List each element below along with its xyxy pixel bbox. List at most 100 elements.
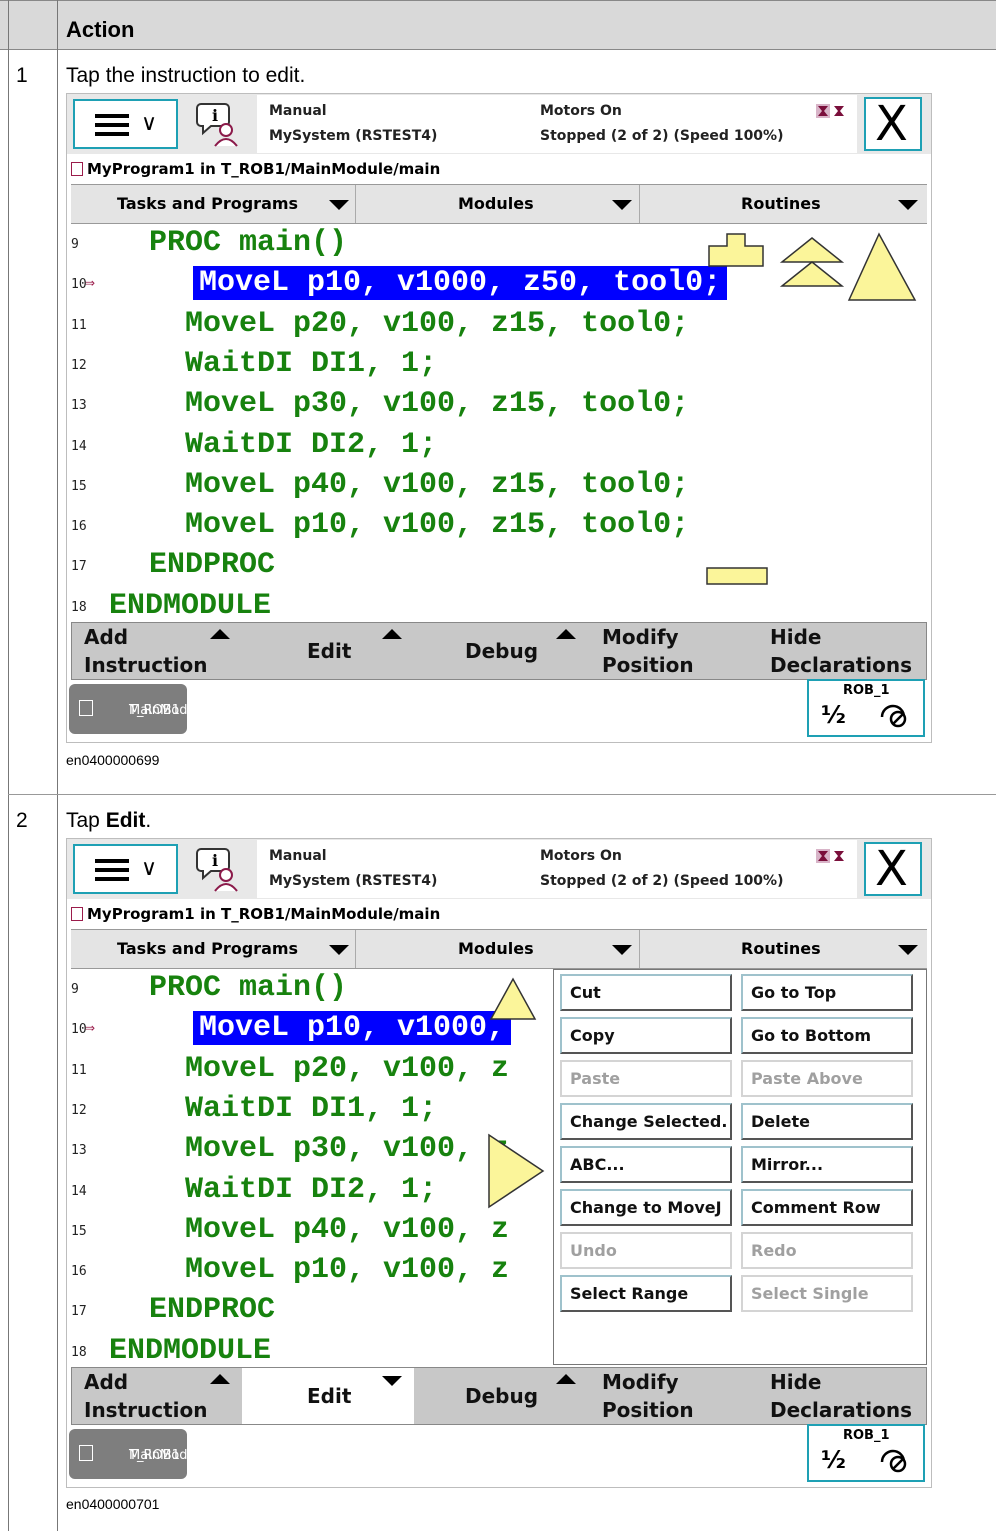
- scroll-up-icon[interactable]: [489, 977, 537, 1020]
- line-number: 15: [71, 1223, 87, 1239]
- line-number: 14: [71, 1183, 87, 1199]
- tab-tasks-and-programs[interactable]: Tasks and Programs: [71, 185, 356, 223]
- procedure-table: Action 1 Tap the instruction to edit. ∨ …: [0, 0, 996, 1531]
- scroll-top-icon[interactable]: [708, 233, 764, 267]
- line-number: 9: [71, 982, 79, 997]
- code-text: WaitDI DI1, 1;: [185, 346, 438, 381]
- debug-button[interactable]: Debug: [414, 1368, 586, 1424]
- hamburger-icon: [95, 859, 129, 881]
- scroll-up-icon[interactable]: [847, 232, 917, 301]
- line-number: 11: [71, 1062, 87, 1078]
- step-text: Tap the instruction to edit.: [66, 64, 306, 87]
- scroll-right-icon[interactable]: [488, 1133, 545, 1209]
- program-path: MyProgram1 in T_ROB1/MainModule/main: [67, 900, 931, 928]
- line-number: 13: [71, 398, 87, 414]
- edit-menu-item-paste[interactable]: Paste: [560, 1060, 732, 1097]
- code-text: WaitDI DI1, 1;: [185, 1091, 438, 1126]
- scroll-bottom-icon[interactable]: [706, 567, 768, 585]
- line-number: 9: [71, 237, 79, 252]
- page-up-icon[interactable]: [779, 261, 845, 287]
- edit-button[interactable]: Edit: [242, 623, 414, 679]
- task-window-button[interactable]: T_ROB1 MainMod...: [69, 684, 200, 734]
- step-number: 2: [16, 809, 28, 832]
- edit-menu-item-go-to-top[interactable]: Go to Top: [741, 974, 913, 1011]
- tab-routines[interactable]: Routines: [640, 185, 927, 223]
- line-number: 17: [71, 1304, 87, 1320]
- jog-disabled-icon: [880, 1449, 907, 1473]
- hide-declarations-button[interactable]: Hide Declarations: [756, 623, 928, 679]
- code-text: WaitDI DI2, 1;: [185, 1172, 438, 1207]
- edit-menu-item-undo[interactable]: Undo: [560, 1232, 732, 1269]
- modify-position-button[interactable]: Modify Position: [586, 623, 756, 679]
- status-row: T_ROB1 MainMod... ROB_1 ½: [67, 1424, 931, 1487]
- program-path-text: MyProgram1 in T_ROB1/MainModule/main: [87, 905, 441, 923]
- program-icon: [79, 700, 93, 716]
- edit-menu-item-paste-above[interactable]: Paste Above: [741, 1060, 913, 1097]
- expand-up-icon: [556, 1374, 576, 1384]
- edit-menu-item-redo[interactable]: Redo: [741, 1232, 913, 1269]
- top-bar: ∨ i Manual MySystem (RSTEST4) Motors On …: [67, 839, 931, 899]
- code-text: MoveL p20, v100, z15, tool0;: [185, 306, 690, 341]
- program-state: Stopped (2 of 2) (Speed 100%): [540, 873, 784, 889]
- event-log-icon[interactable]: i: [195, 100, 243, 148]
- operating-mode: Manual: [269, 848, 327, 864]
- code-text: ENDPROC: [149, 548, 276, 583]
- edit-menu-item-go-to-bottom[interactable]: Go to Bottom: [741, 1017, 913, 1054]
- program-icon: [79, 1445, 93, 1461]
- close-button[interactable]: X: [864, 841, 922, 897]
- modify-position-button[interactable]: Modify Position: [586, 1368, 756, 1424]
- add-instruction-button[interactable]: Add Instruction: [72, 1368, 242, 1424]
- quickset-robot-button[interactable]: ROB_1 ½: [807, 1424, 925, 1482]
- tab-routines[interactable]: Routines: [640, 930, 927, 968]
- main-menu-button[interactable]: ∨: [73, 844, 178, 894]
- bottom-command-bar: Add Instruction Edit Debug Modify Positi…: [71, 1367, 927, 1425]
- robot-status-icon: [816, 104, 844, 118]
- edit-menu-item-change-to-movej[interactable]: Change to MoveJ: [560, 1189, 732, 1226]
- edit-menu-item-comment-row[interactable]: Comment Row: [741, 1189, 913, 1226]
- chevron-down-icon: ∨: [141, 111, 158, 136]
- line-number: 16: [71, 1264, 87, 1280]
- close-button[interactable]: X: [864, 96, 922, 152]
- event-log-icon[interactable]: i: [195, 845, 243, 893]
- edit-menu-item-mirror[interactable]: Mirror...: [741, 1146, 913, 1183]
- expand-up-icon: [210, 629, 230, 639]
- flexpendant-screen-1: ∨ i Manual MySystem (RSTEST4) Motors On …: [66, 93, 932, 743]
- edit-menu-item-abc[interactable]: ABC...: [560, 1146, 732, 1183]
- edit-menu-item-select-range[interactable]: Select Range: [560, 1275, 732, 1312]
- robot-status-icon: [816, 849, 844, 863]
- system-name: MySystem (RSTEST4): [269, 128, 438, 144]
- robot-label: ROB_1: [843, 683, 890, 698]
- debug-button[interactable]: Debug: [414, 623, 586, 679]
- program-path: MyProgram1 in T_ROB1/MainModule/main: [67, 155, 931, 183]
- dropdown-arrow-icon: [329, 945, 349, 955]
- main-menu-button[interactable]: ∨: [73, 99, 178, 149]
- status-row: T_ROB1 MainMod... ROB_1 ½: [67, 679, 931, 742]
- edit-button[interactable]: Edit: [242, 1368, 414, 1424]
- robot-unit-fraction: ½: [821, 701, 846, 729]
- status-panel[interactable]: Manual MySystem (RSTEST4) Motors On Stop…: [257, 840, 857, 898]
- hide-declarations-button[interactable]: Hide Declarations: [756, 1368, 928, 1424]
- tab-modules[interactable]: Modules: [356, 930, 640, 968]
- page-up-icon[interactable]: [779, 237, 845, 263]
- program-path-text: MyProgram1 in T_ROB1/MainModule/main: [87, 160, 441, 178]
- edit-menu-item-change-selected[interactable]: Change Selected.: [560, 1103, 732, 1140]
- code-text: MoveL p30, v100, z15, tool0;: [185, 387, 690, 422]
- code-text: PROC main(): [149, 971, 348, 1005]
- quickset-robot-button[interactable]: ROB_1 ½: [807, 679, 925, 737]
- edit-menu-item-copy[interactable]: Copy: [560, 1017, 732, 1054]
- edit-menu-item-delete[interactable]: Delete: [741, 1103, 913, 1140]
- program-pointer-icon: ⇒: [85, 276, 96, 291]
- line-number: 12: [71, 357, 87, 373]
- task-window-button[interactable]: T_ROB1 MainMod...: [69, 1429, 200, 1479]
- add-instruction-button[interactable]: Add Instruction: [72, 623, 242, 679]
- edit-menu-item-select-single[interactable]: Select Single: [741, 1275, 913, 1312]
- selected-instruction: MoveL p10, v1000, z50, tool0;: [193, 266, 728, 301]
- tab-tasks-and-programs[interactable]: Tasks and Programs: [71, 930, 356, 968]
- line-number: 18: [71, 599, 87, 615]
- edit-menu-item-cut[interactable]: Cut: [560, 974, 732, 1011]
- tab-modules[interactable]: Modules: [356, 185, 640, 223]
- flexpendant-screen-2: ∨ i Manual MySystem (RSTEST4) Motors On …: [66, 838, 932, 1488]
- code-text: MoveL p30, v100, z: [185, 1132, 510, 1167]
- robot-label: ROB_1: [843, 1428, 890, 1443]
- status-panel[interactable]: Manual MySystem (RSTEST4) Motors On Stop…: [257, 95, 857, 153]
